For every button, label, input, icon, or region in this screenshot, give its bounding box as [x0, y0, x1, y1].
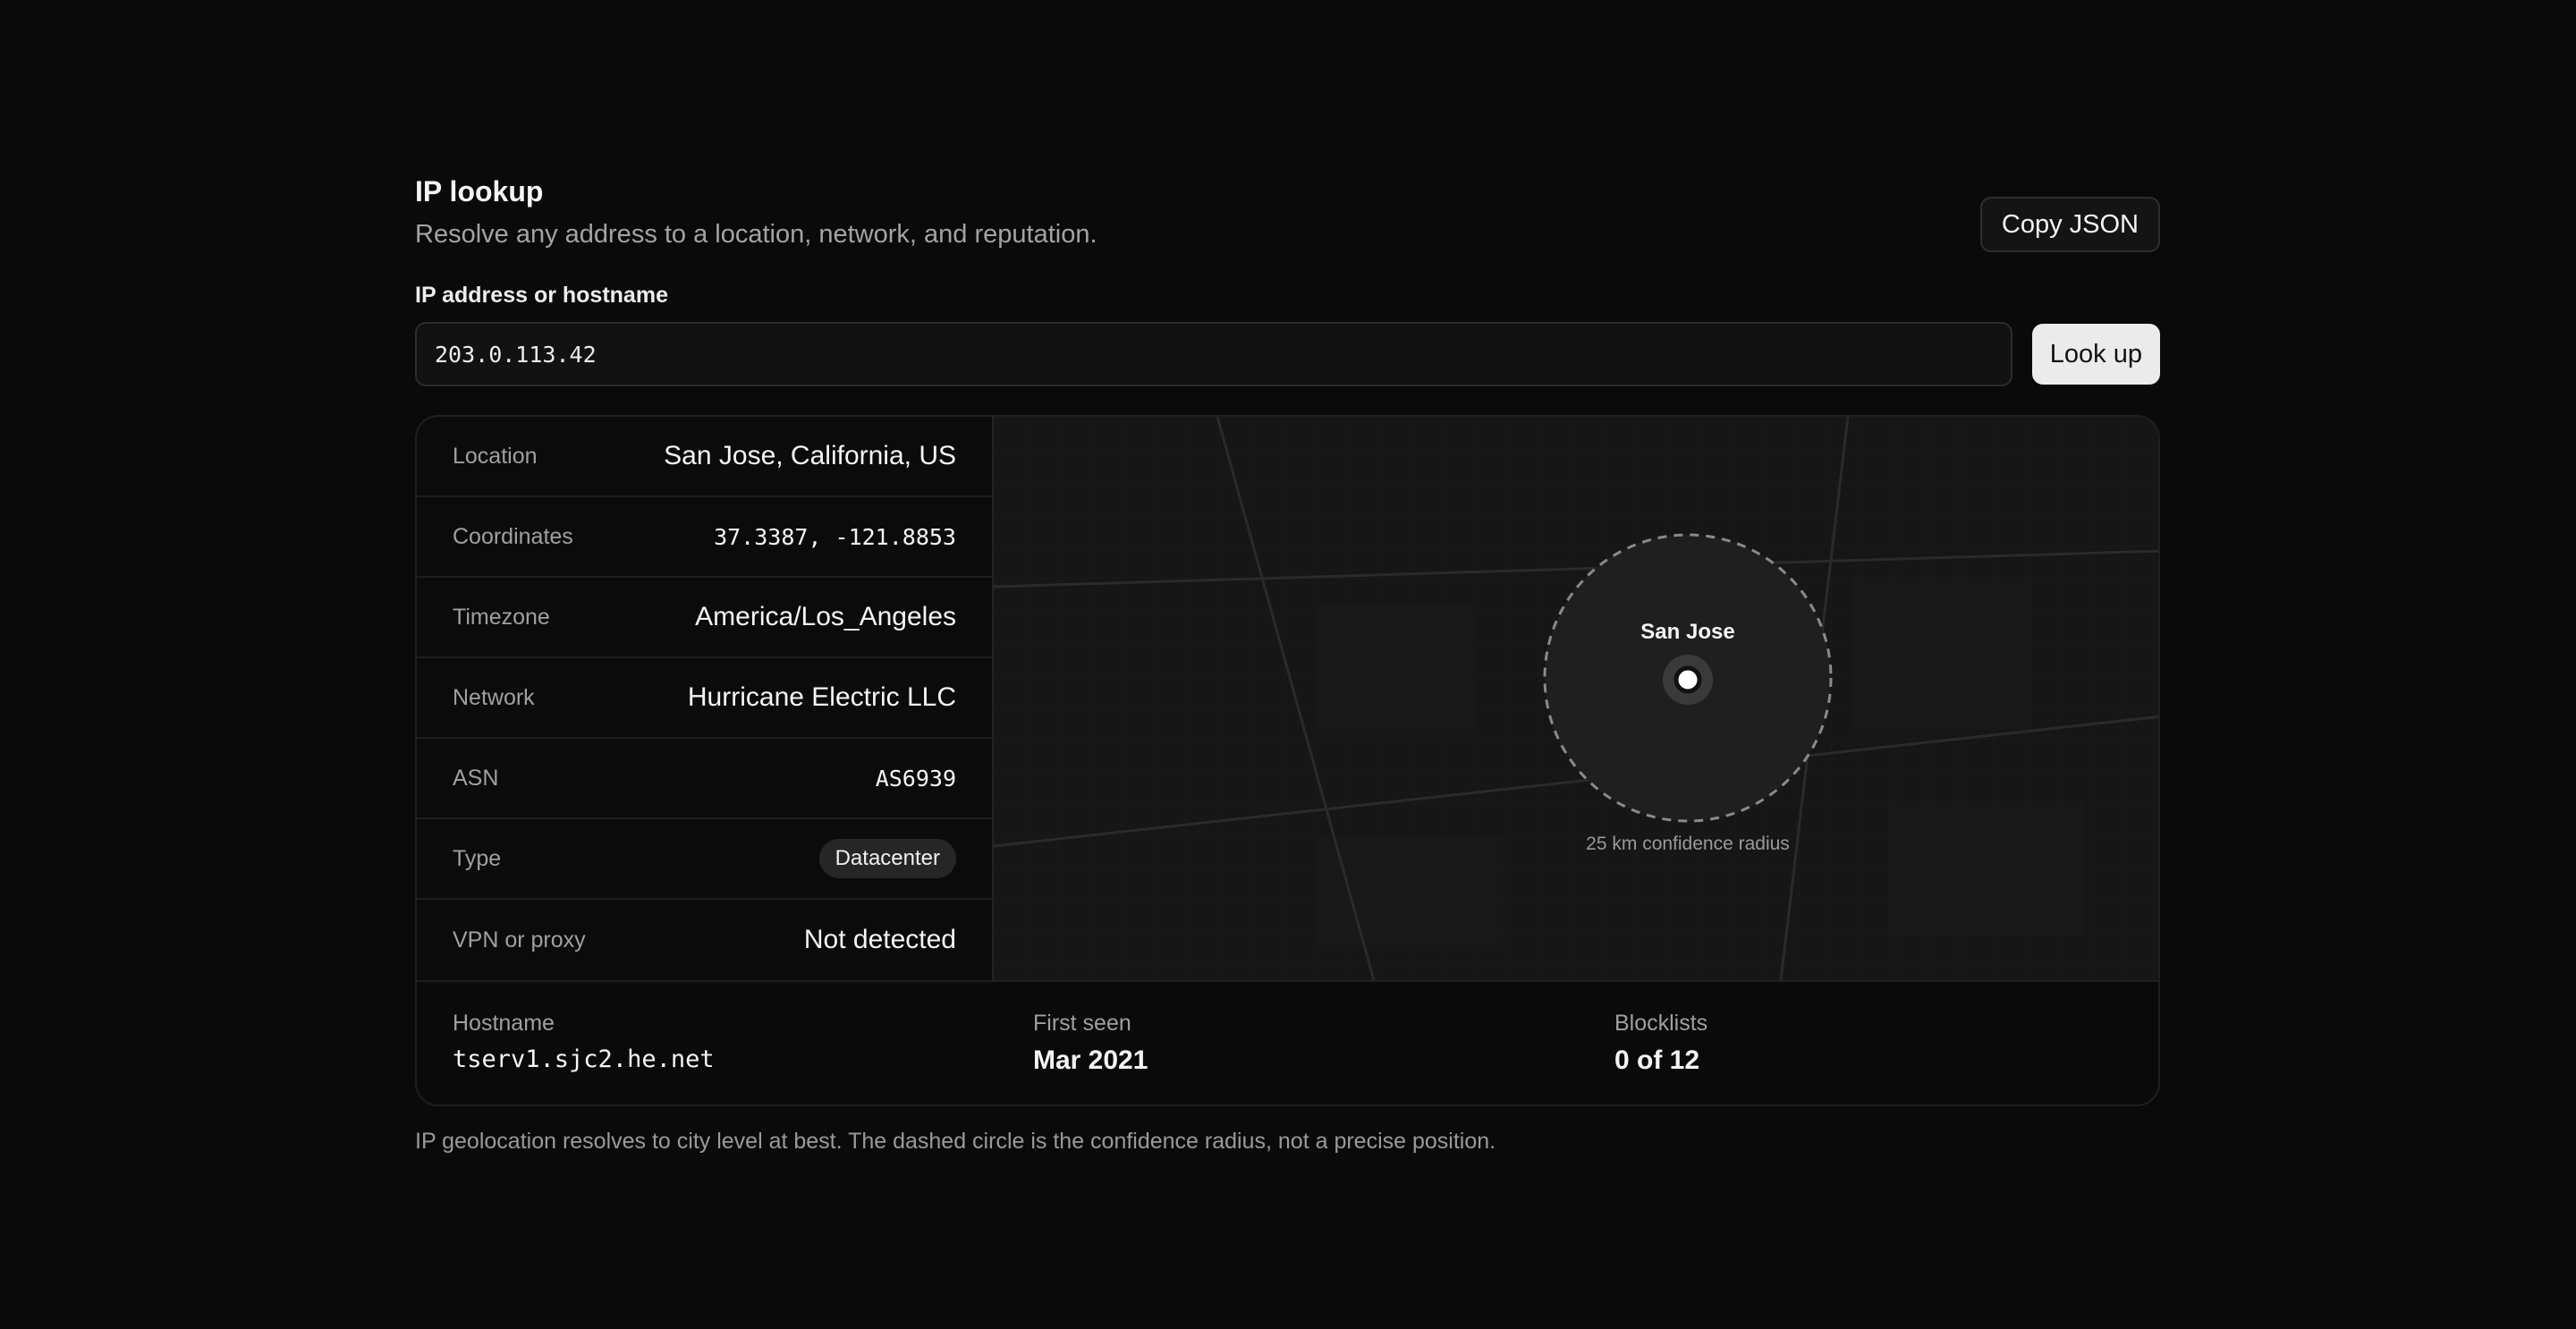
first-seen-label: First seen [1033, 1011, 1131, 1036]
location-map[interactable]: San Jose 25 km confidence radius [994, 417, 2158, 980]
detail-label: Coordinates [453, 523, 573, 549]
first-seen-value: Mar 2021 [1033, 1045, 1148, 1075]
detail-row-network: Network Hurricane Electric LLC [417, 658, 992, 739]
detail-label: Network [453, 684, 535, 710]
pin-label: San Jose [1640, 620, 1734, 644]
detail-value: Not detected [803, 925, 956, 954]
detail-label: Type [453, 845, 502, 871]
detail-value: San Jose, California, US [664, 441, 956, 470]
detail-row-type: Type Datacenter [417, 819, 992, 900]
detail-label: VPN or proxy [453, 927, 586, 952]
detail-value: 37.3387, -121.8853 [714, 523, 956, 550]
result-card: Location San Jose, California, US Coordi… [415, 415, 2160, 1106]
detail-row-timezone: Timezone America/Los_Angeles [417, 578, 992, 658]
first-seen-stat: First seen Mar 2021 [1033, 1011, 1148, 1076]
summary-footer: Hostname tserv1.sjc2.he.net First seen M… [417, 980, 2158, 1105]
detail-row-location: Location San Jose, California, US [417, 417, 992, 497]
ip-field-label: IP address or hostname [415, 283, 668, 308]
page-title: IP lookup [415, 175, 544, 207]
details-list: Location San Jose, California, US Coordi… [417, 417, 994, 980]
blocklists-value: 0 of 12 [1614, 1045, 1700, 1075]
blocklists-stat: Blocklists 0 of 12 [1614, 1011, 1707, 1076]
map-canvas: San Jose 25 km confidence radius [994, 417, 2158, 980]
detail-row-asn: ASN AS6939 [417, 739, 992, 819]
footnote: IP geolocation resolves to city level at… [415, 1129, 1496, 1154]
detail-value: America/Los_Angeles [695, 602, 956, 631]
detail-label: Location [453, 443, 538, 469]
hostname-stat: Hostname tserv1.sjc2.he.net [453, 1011, 715, 1073]
hostname-value: tserv1.sjc2.he.net [453, 1045, 715, 1073]
lookup-button[interactable]: Look up [2031, 324, 2160, 385]
hostname-label: Hostname [453, 1011, 555, 1036]
detail-value: Hurricane Electric LLC [687, 682, 956, 712]
detail-label: Timezone [453, 604, 550, 630]
page-subtitle: Resolve any address to a location, netwo… [415, 220, 1097, 249]
type-badge: Datacenter [818, 839, 956, 878]
detail-label: ASN [453, 765, 499, 791]
detail-value: AS6939 [875, 765, 956, 791]
ip-input[interactable] [415, 322, 2012, 386]
radius-caption: 25 km confidence radius [1586, 834, 1790, 854]
detail-row-vpn: VPN or proxy Not detected [417, 900, 992, 980]
blocklists-label: Blocklists [1614, 1011, 1708, 1036]
copy-json-button[interactable]: Copy JSON [1979, 197, 2160, 252]
location-pin-icon[interactable] [1674, 665, 1702, 694]
detail-row-coordinates: Coordinates 37.3387, -121.8853 [417, 497, 992, 578]
